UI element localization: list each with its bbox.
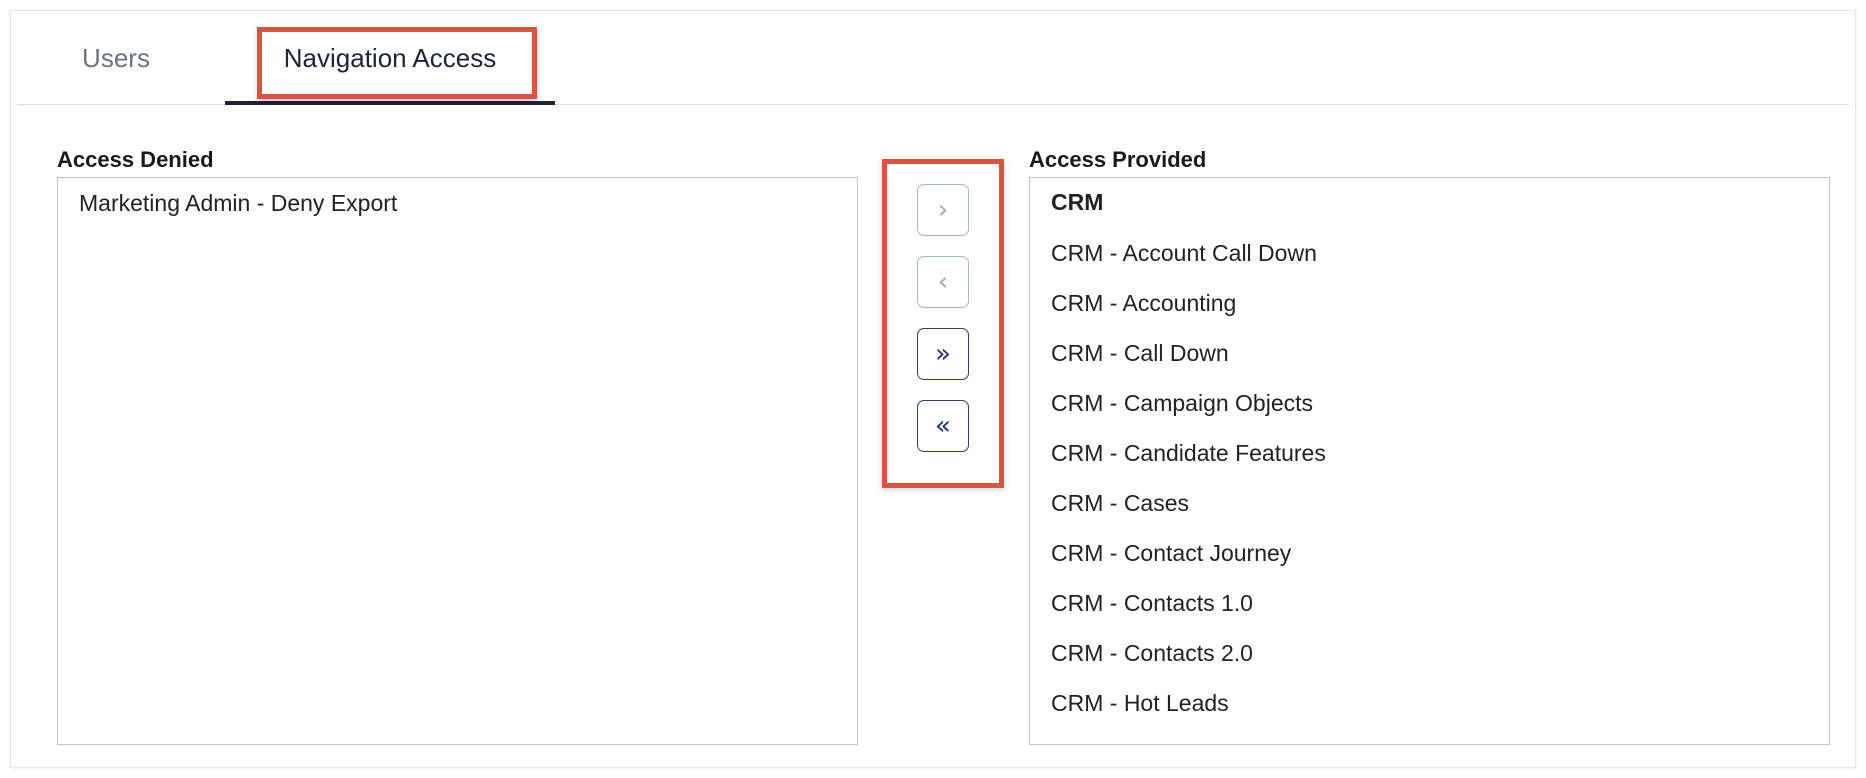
double-chevron-right-icon: » (935, 339, 951, 369)
access-provided-item[interactable]: CRM - Campaign Objects (1030, 378, 1829, 428)
tab-navigation-access-label: Navigation Access (283, 42, 497, 73)
navigation-access-card: Users Navigation Access Access Denied Ma… (10, 10, 1856, 768)
tab-users-label: Users (82, 42, 150, 73)
access-provided-label: Access Provided (1029, 147, 1207, 172)
tab-users[interactable]: Users (55, 11, 177, 105)
access-provided-item[interactable]: CRM - Contacts 2.0 (1030, 628, 1829, 678)
move-left-button[interactable]: ‹ (917, 256, 969, 308)
tab-navigation-access[interactable]: Navigation Access (225, 11, 555, 105)
access-denied-label: Access Denied (57, 147, 214, 172)
move-all-right-button[interactable]: » (917, 328, 969, 380)
access-provided-list[interactable]: CRM CRM - Account Call Down CRM - Accoun… (1029, 177, 1830, 745)
access-denied-item[interactable]: Marketing Admin - Deny Export (58, 178, 857, 228)
access-provided-group-header: CRM (1051, 189, 1104, 215)
double-chevron-left-icon: « (935, 411, 951, 441)
access-denied-list[interactable]: Marketing Admin - Deny Export (57, 177, 858, 745)
access-provided-item[interactable]: CRM - Call Down (1030, 328, 1829, 378)
access-provided-item[interactable]: CRM - Contacts 1.0 (1030, 578, 1829, 628)
access-provided-item[interactable]: CRM - Cases (1030, 478, 1829, 528)
tab-bar: Users Navigation Access (17, 11, 1849, 105)
access-provided-item[interactable]: CRM - Hot Leads (1030, 678, 1829, 728)
access-provided-item[interactable]: CRM - Accounting (1030, 278, 1829, 328)
access-provided-item[interactable]: CRM - Candidate Features (1030, 428, 1829, 478)
access-provided-item[interactable]: CRM - Contact Journey (1030, 528, 1829, 578)
chevron-left-icon: ‹ (937, 267, 949, 297)
access-provided-item[interactable]: CRM - Account Call Down (1030, 228, 1829, 278)
move-right-button[interactable]: › (917, 184, 969, 236)
chevron-right-icon: › (937, 195, 949, 225)
move-all-left-button[interactable]: « (917, 400, 969, 452)
